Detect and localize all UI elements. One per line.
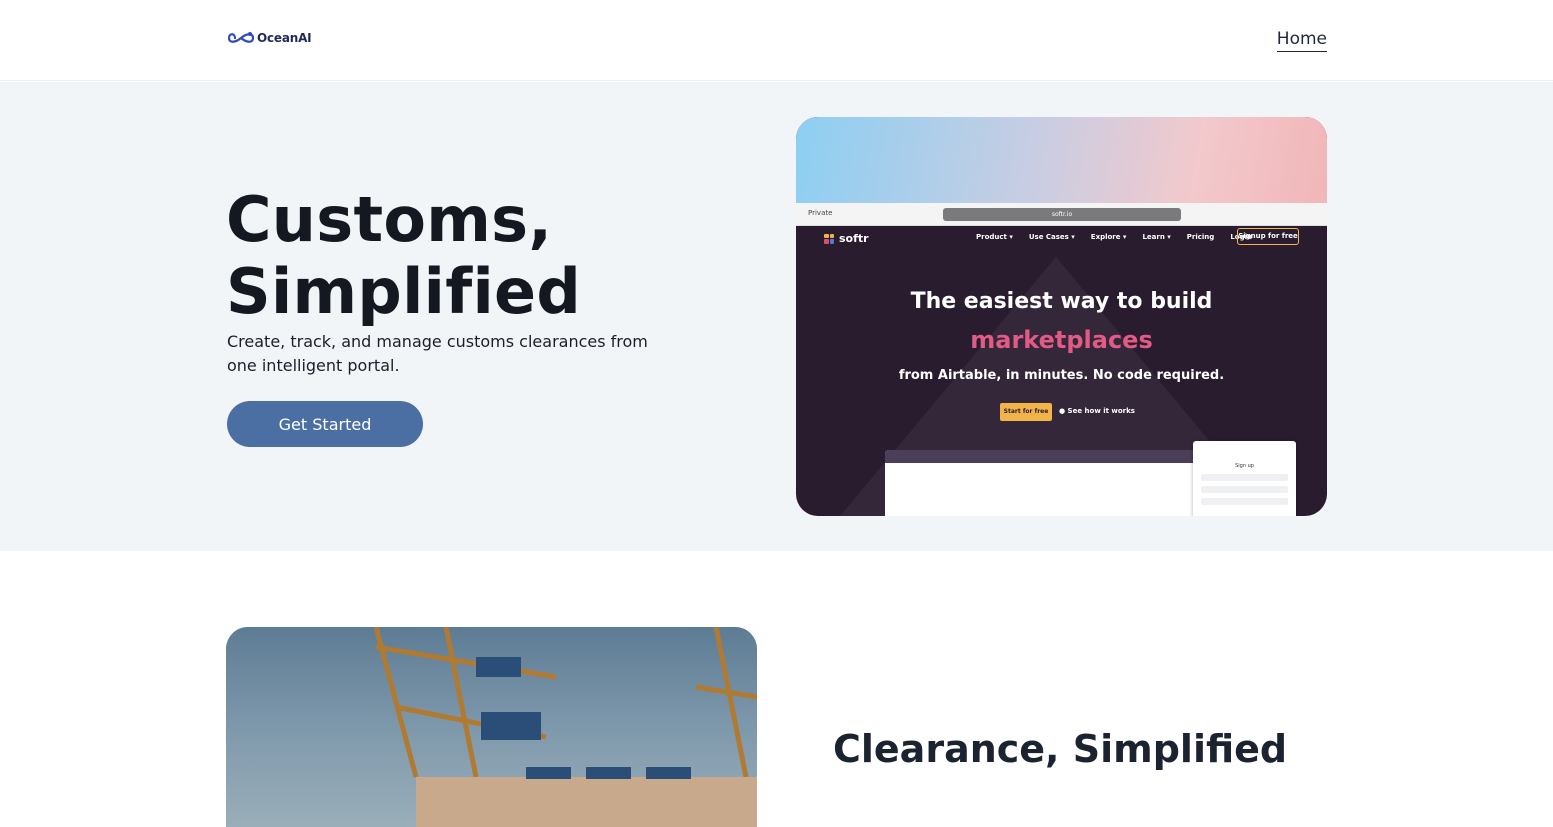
hero-subtitle: Create, track, and manage customs cleara… <box>227 332 648 375</box>
softr-logo: softr <box>824 232 869 245</box>
softr-nav-item: Product ▾ <box>976 233 1013 241</box>
softr-headline-a: The easiest way to build <box>910 289 1213 314</box>
logo[interactable]: OceanAI <box>228 30 312 46</box>
gradient-banner <box>796 117 1327 203</box>
browser-toolbar: Private softr.io <box>796 203 1327 226</box>
softr-brand-text: softr <box>839 232 869 245</box>
infinity-logo-icon <box>228 32 254 43</box>
hero-title-line2: Simplified <box>226 255 582 328</box>
softr-logo-icon <box>824 233 834 244</box>
softr-nav-item: Explore ▾ <box>1090 233 1127 241</box>
panel-title: Sign up <box>1235 463 1254 469</box>
hero-title-line1: Customs, <box>226 183 553 256</box>
nav-home-link[interactable]: Home <box>1276 29 1327 52</box>
panel-field <box>1201 474 1288 481</box>
signup-panel-preview: Sign up <box>1193 441 1296 516</box>
softr-how-link: ● See how it works <box>1059 407 1135 415</box>
port-crane-image <box>226 627 757 827</box>
softr-headline-c: from Airtable, in minutes. No code requi… <box>898 368 1225 383</box>
softr-nav-links: Product ▾ Use Cases ▾ Explore ▾ Learn ▾ … <box>976 233 1252 241</box>
section-title: Clearance, Simplified <box>833 727 1288 771</box>
panel-field <box>1201 486 1288 493</box>
softr-how-text: See how it works <box>1067 407 1135 415</box>
url-bar: softr.io <box>943 208 1181 221</box>
crane-illustration <box>373 627 757 827</box>
panel-field <box>1201 498 1288 505</box>
logo-text: OceanAI <box>257 31 312 45</box>
app-preview <box>885 450 1199 516</box>
hero-screenshot-image: Private softr.io softr Product ▾ Use Cas… <box>796 117 1327 516</box>
hero-title: Customs, Simplified <box>226 184 766 328</box>
private-label: Private <box>808 209 833 217</box>
softr-navbar: softr Product ▾ Use Cases ▾ Explore ▾ Le… <box>796 226 1327 248</box>
softr-signup-button: Signup for free <box>1237 228 1299 245</box>
hero-section: Customs, Simplified Create, track, and m… <box>0 82 1553 551</box>
clearance-section: Clearance, Simplified <box>0 551 1553 827</box>
softr-start-button: Start for free <box>1000 403 1052 421</box>
top-navbar: OceanAI Home <box>0 0 1553 81</box>
softr-nav-item: Use Cases ▾ <box>1028 233 1075 241</box>
softr-nav-item: Learn ▾ <box>1142 233 1171 241</box>
app-preview-titlebar <box>885 450 1199 463</box>
get-started-button[interactable]: Get Started <box>227 401 423 447</box>
softr-nav-item: Pricing <box>1186 233 1215 241</box>
softr-headline-b: marketplaces <box>970 326 1153 354</box>
